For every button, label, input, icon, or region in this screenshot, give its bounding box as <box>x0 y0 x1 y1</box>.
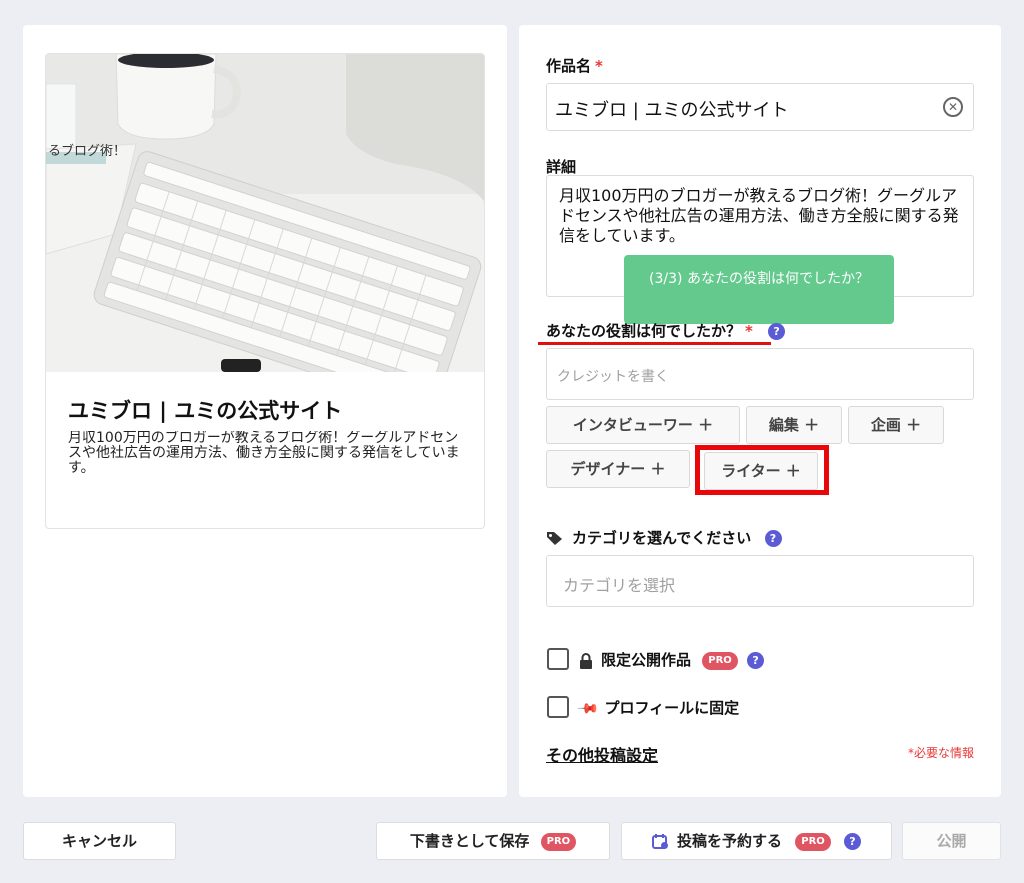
image-overlay-text: るブログ術！ <box>48 144 127 159</box>
role-chip-editor[interactable]: 編集 ＋ <box>746 406 842 444</box>
limited-checkbox[interactable] <box>547 648 569 670</box>
role-chip-planner[interactable]: 企画 ＋ <box>848 406 944 444</box>
required-mark: * <box>595 57 603 75</box>
keyboard-photo <box>46 54 484 372</box>
preview-panel: るブログ術！ ユミブロ | ユミの公式サイト 月収100万円のブロガーが教えるブ… <box>23 25 507 797</box>
save-draft-button[interactable]: 下書きとして保存 PRO <box>376 822 610 860</box>
onboarding-tooltip: (3/3) あなたの役割は何でしたか？ <box>624 255 894 324</box>
cancel-button[interactable]: キャンセル <box>23 822 176 860</box>
pro-badge: PRO <box>795 832 831 851</box>
preview-card: るブログ術！ ユミブロ | ユミの公式サイト 月収100万円のブロガーが教えるブ… <box>45 53 485 529</box>
help-icon[interactable]: ? <box>764 530 782 547</box>
preview-description: 月収100万円のブロガーが教えるブログ術！グーグルアドセンスや他社広告の運用方法… <box>68 431 460 476</box>
pin-icon: 📌 <box>575 697 600 721</box>
pro-badge: PRO <box>540 832 577 851</box>
category-select[interactable]: カテゴリを選択 <box>546 555 974 607</box>
annotation-highlight-box <box>695 445 829 495</box>
annotation-underline <box>538 342 771 345</box>
publish-button[interactable]: 公開 <box>902 822 1001 860</box>
other-settings-link[interactable]: その他投稿設定 <box>546 742 658 766</box>
clear-icon[interactable]: ✕ <box>943 97 963 117</box>
tag-icon <box>547 532 562 545</box>
detail-label: 詳細 <box>546 158 577 176</box>
role-chip-interviewer[interactable]: インタビューワー ＋ <box>546 406 740 444</box>
required-note: *必要な情報 <box>907 746 974 760</box>
form-panel: 作品名 * ユミブロ | ユミの公式サイト ✕ 詳細 月収100万円のブロガーが教… <box>519 25 1001 797</box>
pro-badge: PRO <box>702 651 738 670</box>
help-icon[interactable]: ? <box>747 652 765 669</box>
schedule-button[interactable]: 投稿を予約する PRO ? <box>621 822 892 860</box>
role-chip-designer[interactable]: デザイナー ＋ <box>546 450 690 488</box>
lock-icon <box>580 652 592 669</box>
category-label: カテゴリを選んでください ? <box>546 527 782 548</box>
limited-label: 限定公開作品 PRO ? <box>579 649 765 670</box>
pin-label: 📌 プロフィールに固定 <box>575 697 740 721</box>
title-label: 作品名 * <box>546 57 603 75</box>
pin-checkbox[interactable] <box>547 696 569 718</box>
help-icon[interactable]: ? <box>768 323 786 340</box>
credit-input[interactable]: クレジットを書く <box>546 348 974 400</box>
role-label: あなたの役割は何でしたか？ * ? <box>546 320 786 341</box>
help-icon[interactable]: ? <box>844 833 861 850</box>
preview-title: ユミブロ | ユミの公式サイト <box>68 399 343 423</box>
calendar-icon <box>651 834 668 849</box>
title-input[interactable]: ユミブロ | ユミの公式サイト ✕ <box>546 83 974 131</box>
cover-image: るブログ術！ <box>46 54 484 372</box>
